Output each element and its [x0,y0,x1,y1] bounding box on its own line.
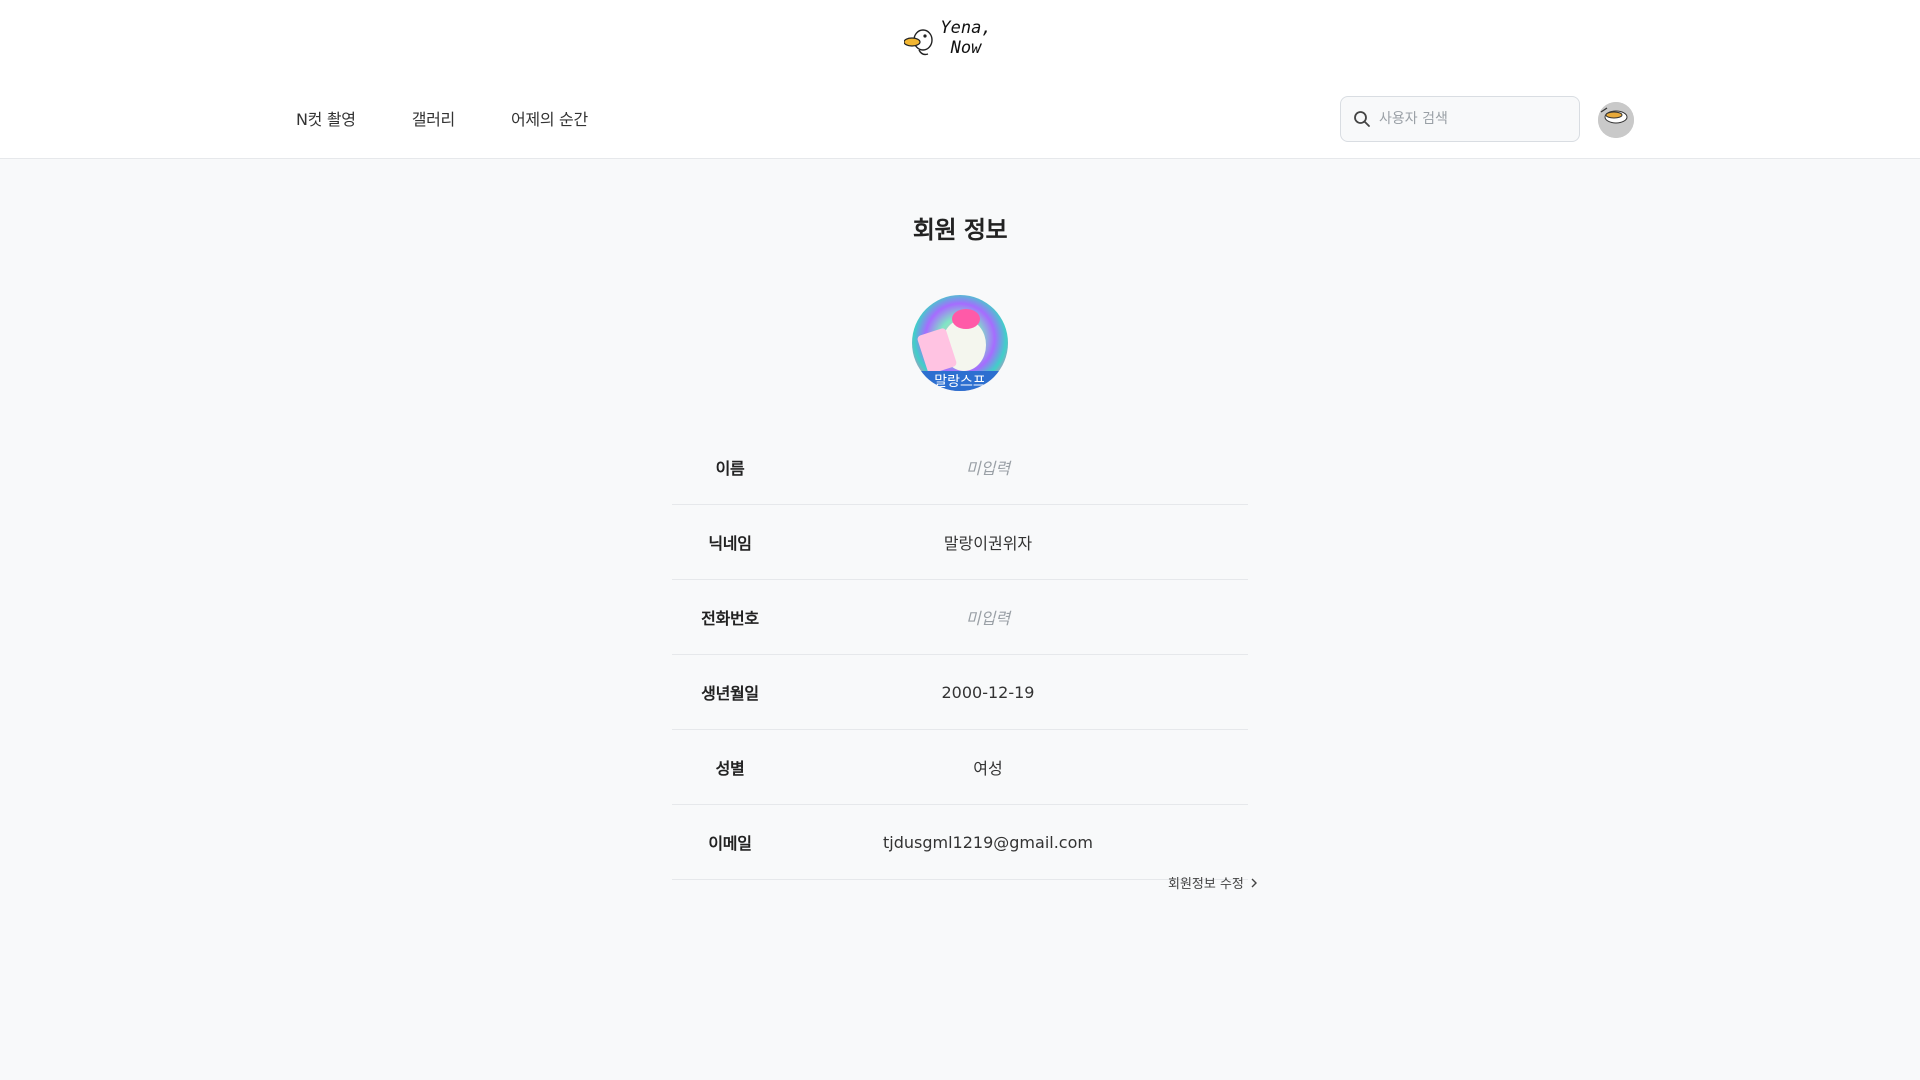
edit-link-label: 회원정보 수정 [1168,877,1244,892]
site-logo[interactable]: Yena, Now [904,18,996,62]
info-row-email: 이메일 tjdusgml1219@gmail.com [672,805,1248,880]
info-value: tjdusgml1219@gmail.com [883,832,1093,852]
info-row-phone: 전화번호 미입력 [672,580,1248,655]
info-label: 생년월일 [701,684,759,703]
info-row-name: 이름 미입력 [672,430,1248,505]
nav-item-n-cut-photo[interactable]: N컷 촬영 [296,106,356,130]
info-value: 여성 [973,759,1003,778]
duck-icon [1598,102,1634,138]
info-value: 말랑이권위자 [943,534,1033,553]
edit-member-info-link[interactable]: 회원정보 수정 [1168,873,1258,892]
page-title: 회원 정보 [912,216,1008,244]
info-value: 미입력 [965,609,1011,628]
header-user-avatar[interactable] [1598,102,1634,138]
info-label: 전화번호 [701,609,759,628]
info-value: 2000-12-19 [941,682,1035,702]
info-row-gender: 성별 여성 [672,730,1248,805]
info-label: 이름 [715,459,745,478]
info-label: 이메일 [708,834,752,853]
nav-item-yesterday-moment[interactable]: 어제의 순간 [511,106,588,130]
profile-badge-text: 말랑스프 [934,374,986,390]
user-search-box[interactable] [1340,96,1580,142]
logo-line-1: Yena, [940,18,992,38]
profile-picture: 말랑스프 [912,295,1008,391]
info-row-birthdate: 생년월일 2000-12-19 [672,655,1248,730]
info-label: 닉네임 [708,534,752,553]
user-search-input[interactable] [1379,111,1569,127]
nav-item-gallery[interactable]: 갤러리 [412,106,456,130]
profile-image: 말랑스프 [912,295,1008,391]
duck-icon [904,29,933,56]
main-nav: N컷 촬영 갤러리 어제의 순간 [296,106,644,130]
info-row-nickname: 닉네임 말랑이권위자 [672,505,1248,580]
info-label: 성별 [715,759,745,778]
info-value: 미입력 [965,459,1011,478]
top-header: Yena, Now N컷 촬영 갤러리 어제의 순간 [0,0,1920,159]
chevron-right-icon [1251,878,1257,887]
logo-text: Yena, Now [936,18,996,58]
search-icon [1354,111,1370,127]
member-info-table: 이름 미입력 닉네임 말랑이권위자 전화번호 미입력 생년월일 2000-12-… [672,430,1248,880]
logo-line-2: Now [950,38,982,58]
